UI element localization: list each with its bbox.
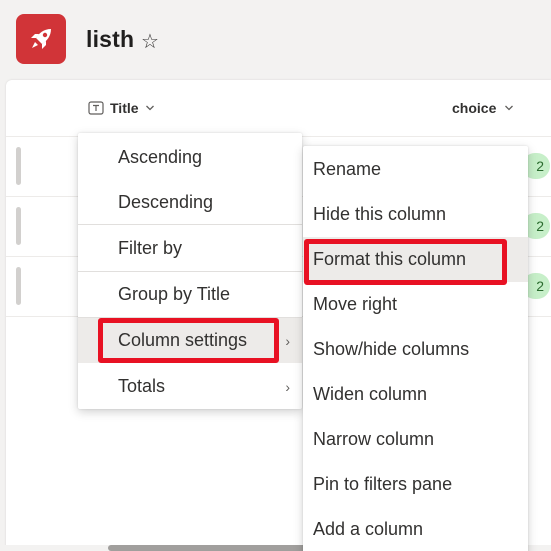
menu-item-label: Pin to filters pane (313, 474, 453, 494)
menu-item-label: Show/hide columns (313, 339, 470, 359)
menu-item-totals[interactable]: Totals › (78, 364, 302, 409)
column-header-choice[interactable]: choice (452, 98, 514, 118)
column-header-title-label: Title (110, 100, 139, 116)
menu-item-rename[interactable]: Rename (303, 147, 528, 192)
menu-item-label: Move right (313, 294, 398, 314)
menu-item-label: Totals (118, 376, 166, 396)
menu-item-column-settings[interactable]: Column settings › (78, 318, 302, 363)
menu-divider (78, 224, 302, 225)
menu-item-filter-by[interactable]: Filter by (78, 226, 302, 271)
menu-item-descending[interactable]: Descending (78, 180, 302, 225)
menu-item-label: Format this column (313, 249, 467, 269)
column-header-row: Title choice (6, 80, 551, 137)
column-header-title[interactable]: Title (88, 98, 155, 118)
menu-item-label: Narrow column (313, 429, 435, 449)
row-selector[interactable] (16, 147, 21, 185)
menu-item-narrow-column[interactable]: Narrow column (303, 417, 528, 462)
menu-item-label: Filter by (118, 238, 183, 258)
menu-item-label: Group by Title (118, 284, 231, 304)
menu-item-label: Rename (313, 159, 382, 179)
menu-item-move-right[interactable]: Move right (303, 282, 528, 327)
chevron-down-icon (145, 105, 154, 111)
menu-item-format-column[interactable]: Format this column (303, 237, 528, 282)
text-column-icon (88, 101, 104, 115)
list-title: listh (86, 26, 135, 52)
menu-item-label: Ascending (118, 147, 203, 167)
chevron-down-icon (505, 105, 514, 111)
app-logo (16, 14, 66, 64)
menu-item-add-column[interactable]: Add a column (303, 507, 528, 551)
menu-item-label: Widen column (313, 384, 428, 404)
chevron-right-icon: › (285, 378, 290, 395)
rocket-icon (31, 29, 51, 49)
menu-item-label: Column settings (118, 330, 248, 350)
menu-item-label: Add a column (313, 519, 424, 539)
menu-item-widen-column[interactable]: Widen column (303, 372, 528, 417)
menu-item-hide-column[interactable]: Hide this column (303, 192, 528, 237)
chevron-right-icon: › (285, 332, 290, 349)
star-outline-icon[interactable]: ☆ (141, 29, 159, 54)
menu-item-ascending[interactable]: Ascending (78, 135, 302, 180)
column-header-choice-label: choice (452, 100, 497, 116)
column-settings-submenu: Rename Hide this column Format this colu… (303, 146, 528, 551)
menu-item-label: Descending (118, 192, 214, 212)
menu-item-label: Hide this column (313, 204, 447, 224)
row-selector[interactable] (16, 267, 21, 305)
menu-item-pin-to-filters[interactable]: Pin to filters pane (303, 462, 528, 507)
sharepoint-list-page: listh ☆ Title choice 2 2 2 Ascending Des… (0, 0, 551, 551)
column-context-menu: Ascending Descending Filter by Group by … (78, 133, 302, 409)
menu-item-group-by[interactable]: Group by Title (78, 272, 302, 317)
row-selector[interactable] (16, 207, 21, 245)
menu-item-show-hide-columns[interactable]: Show/hide columns (303, 327, 528, 372)
